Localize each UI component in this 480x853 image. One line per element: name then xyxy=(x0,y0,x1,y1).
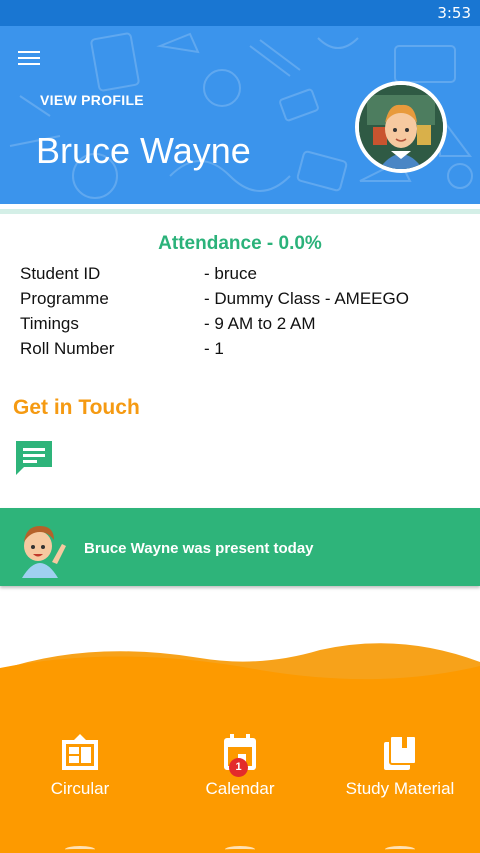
get-in-touch-heading: Get in Touch xyxy=(13,396,140,419)
status-bar: 3:53 xyxy=(0,0,480,26)
status-time: 3:53 xyxy=(437,4,471,22)
presence-message: Bruce Wayne was present today xyxy=(84,540,314,557)
nav-circular[interactable]: Circular xyxy=(0,732,160,812)
nav-label-circular: Circular xyxy=(50,779,110,798)
info-label: Roll Number xyxy=(20,339,115,358)
info-value: - Dummy Class - AMEEGO xyxy=(204,289,409,308)
menu-icon[interactable] xyxy=(18,48,44,70)
view-profile-link[interactable]: VIEW PROFILE xyxy=(40,92,144,108)
next-row-hint xyxy=(225,846,255,853)
header-divider xyxy=(0,209,480,214)
info-value: - bruce xyxy=(204,264,257,283)
info-label: Programme xyxy=(20,289,109,308)
next-row-hint xyxy=(65,846,95,853)
attendance-banner: Bruce Wayne was present today xyxy=(0,508,480,586)
info-label: Timings xyxy=(20,314,79,333)
waving-boy-icon xyxy=(22,526,66,578)
info-row-student-id: Student ID - bruce xyxy=(20,264,460,288)
info-value: - 1 xyxy=(204,339,224,358)
info-value: - 9 AM to 2 AM xyxy=(204,314,316,333)
nav-label-study-material: Study Material xyxy=(345,779,455,798)
student-name: Bruce Wayne xyxy=(36,130,251,171)
next-row-hint xyxy=(385,846,415,853)
info-label: Student ID xyxy=(20,264,101,283)
boy-avatar-icon xyxy=(359,85,443,169)
info-row-timings: Timings - 9 AM to 2 AM xyxy=(20,314,460,338)
avatar[interactable] xyxy=(355,81,447,173)
nav-label-calendar: Calendar xyxy=(205,779,275,798)
chat-message-icon[interactable] xyxy=(14,437,54,477)
nav-study-material[interactable]: Study Material xyxy=(320,732,480,812)
info-row-roll-number: Roll Number - 1 xyxy=(20,339,460,363)
profile-header: VIEW PROFILE Bruce Wayne xyxy=(0,26,480,204)
books-icon xyxy=(380,732,420,772)
info-row-programme: Programme - Dummy Class - AMEEGO xyxy=(20,289,460,313)
attendance-percentage: Attendance - 0.0% xyxy=(158,233,322,254)
calendar-notification-badge: 1 xyxy=(229,758,248,777)
circular-board-icon xyxy=(60,732,100,772)
